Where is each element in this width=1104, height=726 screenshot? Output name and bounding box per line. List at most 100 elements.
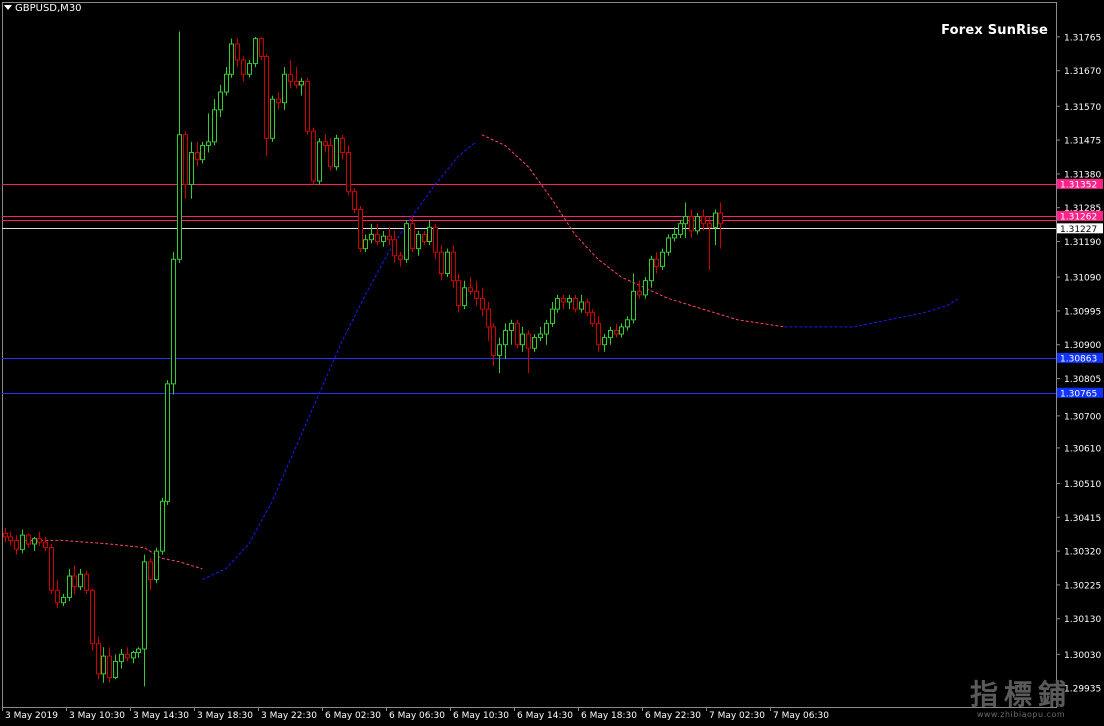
candle: [410, 216, 415, 253]
candle-body: [491, 326, 496, 356]
watermark: 指標鋪 www.zhibiaopu.com: [946, 680, 1096, 720]
price-tag-label: 1.31262: [1060, 212, 1097, 222]
candle-body: [229, 43, 234, 75]
candle-body: [678, 223, 683, 235]
candle-body: [695, 216, 700, 232]
dropdown-arrow-icon[interactable]: [4, 4, 12, 10]
candle: [579, 294, 584, 313]
y-tick-label: 1.30320: [1064, 548, 1101, 558]
candle-body: [241, 59, 246, 75]
candle-body: [8, 536, 13, 541]
candle: [276, 92, 281, 110]
candle: [689, 209, 694, 238]
candle: [32, 536, 37, 552]
candle-body: [358, 208, 363, 250]
candle: [55, 579, 60, 609]
candle: [253, 36, 258, 68]
candle: [491, 323, 496, 367]
candle-body: [317, 141, 322, 182]
candle: [154, 547, 159, 584]
candle-body: [218, 91, 223, 111]
candle: [625, 316, 630, 331]
candle-body: [468, 287, 473, 292]
candle-body: [683, 216, 688, 225]
candle: [404, 220, 409, 263]
candle: [538, 326, 543, 342]
candle: [142, 554, 147, 687]
x-tick-label: 6 May 18:30: [581, 711, 637, 721]
candle: [654, 252, 659, 274]
candle-body: [282, 73, 287, 104]
candle-body: [90, 589, 95, 645]
candle: [474, 280, 479, 306]
candle-body: [247, 63, 252, 75]
candle-body: [497, 344, 502, 356]
candle: [235, 38, 240, 68]
y-tick-label: 1.31090: [1064, 274, 1101, 284]
candle: [678, 220, 683, 238]
candle-body: [43, 541, 48, 549]
candle: [392, 230, 397, 263]
y-tick-label: 1.30415: [1064, 514, 1101, 524]
y-tick-label: 1.30510: [1064, 480, 1101, 490]
candle: [334, 134, 339, 171]
candle: [90, 588, 95, 651]
candle-body: [3, 532, 8, 538]
x-tick-label: 7 May 02:30: [709, 711, 765, 721]
candle-body: [78, 573, 83, 588]
candle-body: [555, 297, 560, 310]
candle-body: [520, 333, 525, 346]
candle: [352, 188, 357, 214]
candle: [294, 67, 299, 89]
moving-average-rising: [784, 297, 960, 328]
candle-body: [381, 235, 386, 243]
candle: [61, 593, 66, 607]
candle-body: [148, 561, 153, 581]
chart-canvas[interactable]: 1.317651.316701.315701.314751.313801.312…: [0, 0, 1104, 726]
candle-body: [433, 226, 438, 253]
candle: [550, 302, 555, 327]
price-tag-label: 1.31227: [1060, 225, 1097, 235]
candle: [649, 255, 654, 288]
y-tick-label: 1.30030: [1064, 651, 1101, 661]
x-tick-label: 3 May 18:30: [197, 711, 253, 721]
candle-body: [713, 212, 718, 228]
candle: [585, 298, 590, 317]
candle-body: [631, 290, 636, 321]
candle: [282, 67, 287, 110]
watermark-main: 指標鋪: [969, 678, 1072, 711]
x-tick-label: 6 May 10:30: [453, 711, 509, 721]
candle: [526, 330, 531, 374]
candle-body: [154, 550, 159, 581]
candle: [84, 570, 89, 594]
candle: [532, 334, 537, 352]
candle-body: [480, 297, 485, 310]
candle-body: [526, 333, 531, 349]
candle-body: [142, 561, 147, 650]
candle-body: [614, 329, 619, 335]
candle: [427, 220, 432, 246]
candle-body: [20, 534, 25, 550]
candle-body: [160, 500, 165, 552]
candle-body: [585, 301, 590, 314]
candle: [520, 326, 525, 352]
candle-body: [253, 38, 258, 65]
candle-body: [305, 80, 310, 132]
candle-body: [625, 319, 630, 328]
candle: [259, 36, 264, 61]
candle: [311, 127, 316, 185]
plot-frame: [2, 2, 1057, 708]
candle: [200, 141, 205, 164]
candle: [515, 319, 520, 349]
y-tick-label: 1.30700: [1064, 412, 1101, 422]
symbol-label[interactable]: GBPUSD,M30: [4, 3, 82, 14]
x-tick-label: 3 May 10:30: [69, 711, 125, 721]
candle-body: [538, 333, 543, 339]
chart-window[interactable]: 1.31765 1.31670 1.31570 1.31475 1.31380 1.312…: [0, 0, 1104, 726]
candle: [101, 647, 106, 683]
candle: [660, 248, 665, 270]
candle: [20, 529, 25, 553]
candle: [358, 205, 363, 253]
price-tag-label: 1.30765: [1060, 389, 1097, 399]
y-tick-label: 1.31570: [1064, 103, 1101, 113]
